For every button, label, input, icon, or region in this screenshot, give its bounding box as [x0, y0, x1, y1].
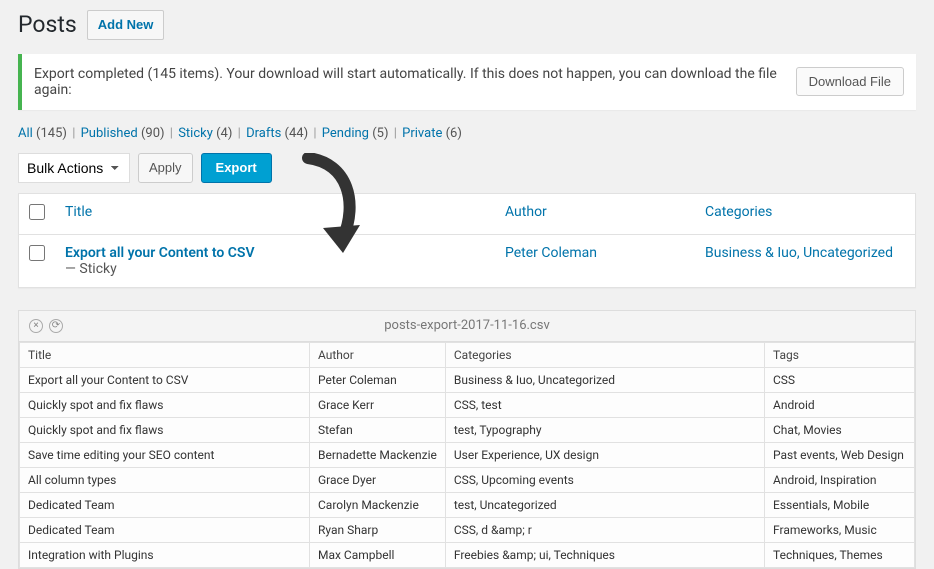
csv-row: Integration with PluginsMax CampbellFree… [20, 542, 915, 567]
csv-cell: Max Campbell [310, 542, 446, 567]
post-title-link[interactable]: Export all your Content to CSV [65, 245, 255, 261]
csv-cell: Essentials, Mobile [765, 492, 915, 517]
csv-table: Title Author Categories Tags Export all … [19, 342, 915, 568]
csv-cell: Android [765, 392, 915, 417]
csv-cell: Bernadette Mackenzie [310, 442, 446, 467]
csv-cell: Peter Coleman [310, 367, 446, 392]
csv-cell: Techniques, Themes [765, 542, 915, 567]
csv-col-tags: Tags [765, 342, 915, 367]
csv-cell: Ryan Sharp [310, 517, 446, 542]
csv-cell: Quickly spot and fix flaws [20, 417, 310, 442]
csv-row: Dedicated TeamRyan SharpCSS, d &amp; rFr… [20, 517, 915, 542]
csv-cell: Quickly spot and fix flaws [20, 392, 310, 417]
csv-row: Dedicated TeamCarolyn Mackenzietest, Unc… [20, 492, 915, 517]
add-new-button[interactable]: Add New [87, 10, 165, 40]
posts-table: Title Author Categories Export all your … [18, 193, 916, 288]
filter-private[interactable]: Private [402, 126, 442, 141]
csv-cell: Stefan [310, 417, 446, 442]
csv-cell: Frameworks, Music [765, 517, 915, 542]
csv-cell: Carolyn Mackenzie [310, 492, 446, 517]
select-all-checkbox[interactable] [29, 204, 45, 220]
csv-cell: Save time editing your SEO content [20, 442, 310, 467]
column-categories[interactable]: Categories [705, 204, 772, 220]
csv-preview-panel: × ⟳ posts-export-2017-11-16.csv Title Au… [18, 310, 916, 569]
refresh-icon[interactable]: ⟳ [49, 319, 63, 333]
csv-cell: Dedicated Team [20, 517, 310, 542]
csv-row: Save time editing your SEO contentBernad… [20, 442, 915, 467]
csv-col-categories: Categories [445, 342, 764, 367]
column-author[interactable]: Author [505, 204, 547, 220]
csv-cell: All column types [20, 467, 310, 492]
csv-cell: Dedicated Team [20, 492, 310, 517]
csv-row: Quickly spot and fix flawsGrace KerrCSS,… [20, 392, 915, 417]
csv-cell: Chat, Movies [765, 417, 915, 442]
csv-cell: test, Typography [445, 417, 764, 442]
csv-col-title: Title [20, 342, 310, 367]
sticky-label: — Sticky [65, 261, 117, 277]
bulk-actions-select[interactable]: Bulk Actions [18, 153, 130, 183]
csv-cell: CSS, test [445, 392, 764, 417]
csv-row: All column typesGrace DyerCSS, Upcoming … [20, 467, 915, 492]
csv-cell: test, Uncategorized [445, 492, 764, 517]
csv-cell: Business & Iuo, Uncategorized [445, 367, 764, 392]
csv-cell: Freebies &amp; ui, Techniques [445, 542, 764, 567]
filter-published[interactable]: Published [81, 126, 138, 141]
filter-pending[interactable]: Pending [322, 126, 369, 141]
csv-row: Export all your Content to CSVPeter Cole… [20, 367, 915, 392]
download-file-button[interactable]: Download File [796, 67, 904, 96]
status-filters: All (145) | Published (90) | Sticky (4) … [18, 126, 916, 141]
page-title: Posts [18, 11, 77, 38]
apply-button[interactable]: Apply [138, 153, 193, 183]
author-link[interactable]: Peter Coleman [505, 245, 597, 261]
close-icon[interactable]: × [29, 319, 43, 333]
csv-cell: CSS, d &amp; r [445, 517, 764, 542]
filter-drafts[interactable]: Drafts [246, 126, 281, 141]
csv-cell: Past events, Web Design [765, 442, 915, 467]
csv-cell: Export all your Content to CSV [20, 367, 310, 392]
row-checkbox[interactable] [29, 245, 45, 261]
csv-cell: User Experience, UX design [445, 442, 764, 467]
export-button[interactable]: Export [201, 153, 272, 183]
filter-all[interactable]: All [18, 126, 33, 141]
export-success-notice: Export completed (145 items). Your downl… [18, 54, 916, 110]
csv-cell: Grace Dyer [310, 467, 446, 492]
notice-text: Export completed (145 items). Your downl… [34, 66, 786, 98]
categories-link[interactable]: Business & Iuo, Uncategorized [705, 245, 893, 261]
column-title[interactable]: Title [65, 204, 92, 220]
csv-cell: CSS, Upcoming events [445, 467, 764, 492]
table-row: Export all your Content to CSV — Sticky … [19, 234, 916, 287]
csv-col-author: Author [310, 342, 446, 367]
csv-filename: posts-export-2017-11-16.csv [384, 318, 549, 333]
csv-cell: CSS [765, 367, 915, 392]
filter-sticky[interactable]: Sticky [178, 126, 213, 141]
csv-row: Quickly spot and fix flawsStefantest, Ty… [20, 417, 915, 442]
csv-cell: Android, Inspiration [765, 467, 915, 492]
csv-cell: Integration with Plugins [20, 542, 310, 567]
csv-cell: Grace Kerr [310, 392, 446, 417]
